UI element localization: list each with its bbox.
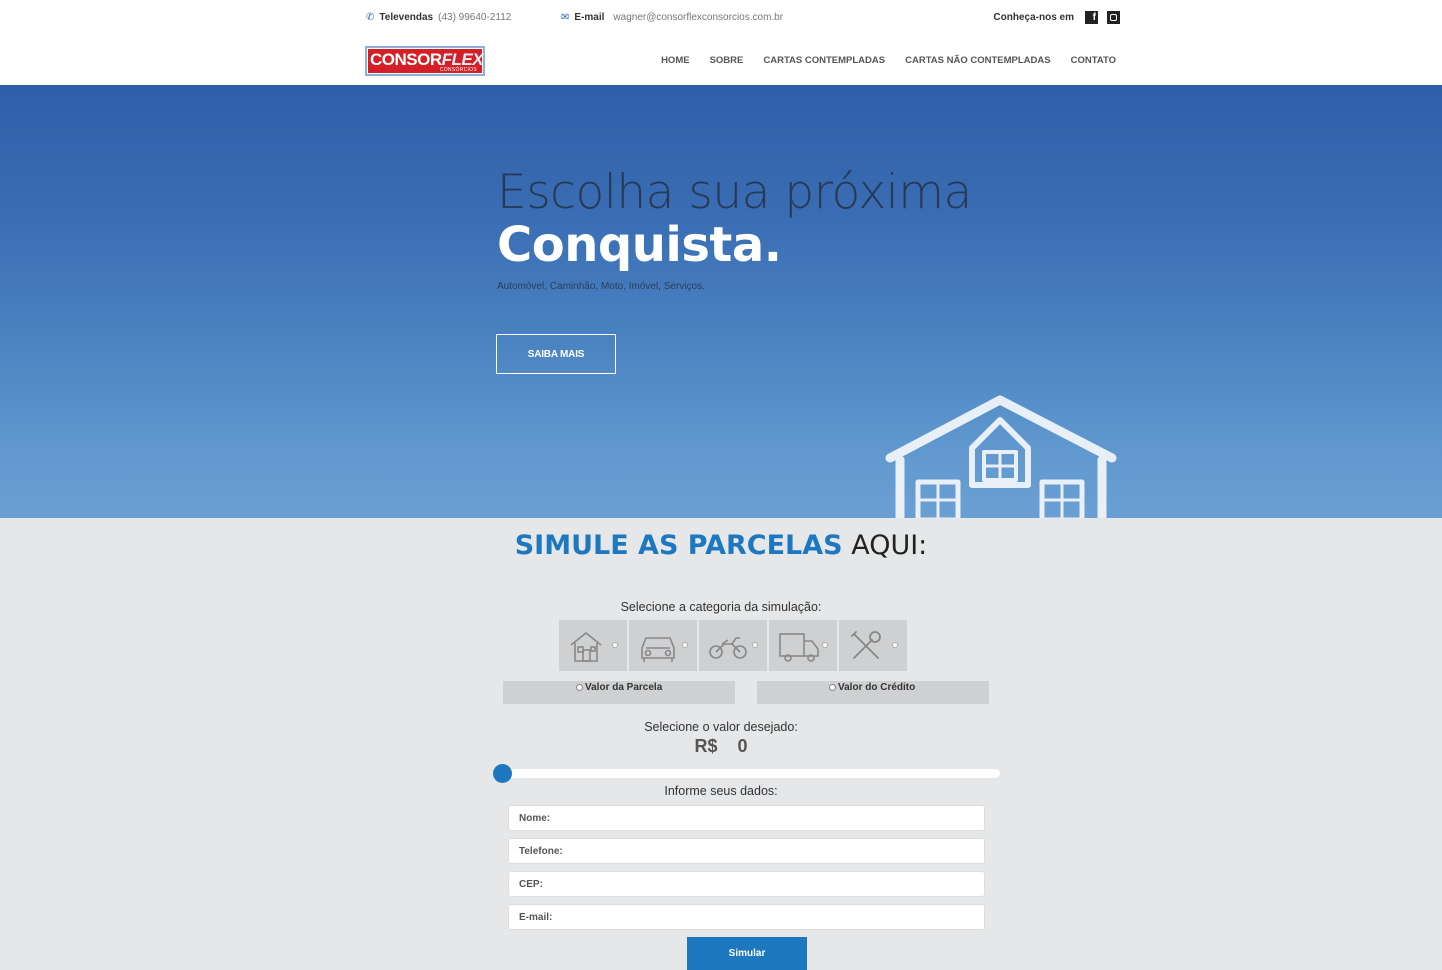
tools-icon xyxy=(851,631,881,659)
data-label: Informe seus dados: xyxy=(664,784,778,798)
category-label: Selecione a categoria da simulação: xyxy=(620,600,822,614)
nav-cartas-nao-contempladas[interactable]: CARTAS NÃO CONTEMPLADAS xyxy=(905,55,1051,66)
phone-label: Televendas xyxy=(379,12,434,23)
nav-home[interactable]: HOME xyxy=(661,55,690,66)
amount-value: 0 xyxy=(737,736,748,756)
hero-banner: Escolha sua próxima Conquista. Automóvel… xyxy=(0,85,1442,518)
category-radio[interactable] xyxy=(682,642,688,648)
social-label: Conheça-nos em xyxy=(993,12,1074,23)
nav-sobre[interactable]: SOBRE xyxy=(710,55,744,66)
currency-symbol: R$ xyxy=(694,736,718,756)
simulator-title-strong: SIMULE AS PARCELAS xyxy=(514,530,843,561)
nav-cartas-contempladas[interactable]: CARTAS CONTEMPLADAS xyxy=(763,55,885,66)
envelope-icon: ✉ xyxy=(561,12,570,23)
mode-radio[interactable] xyxy=(829,684,836,691)
email-field[interactable] xyxy=(508,904,985,930)
category-automovel[interactable] xyxy=(629,620,697,671)
logo-subtitle: CONSÓRCIOS xyxy=(439,67,477,73)
mode-valor-credito[interactable]: Valor do Crédito xyxy=(757,681,989,704)
value-slider-handle[interactable] xyxy=(493,764,512,783)
cloud-house-image xyxy=(885,395,1117,518)
instagram-icon[interactable] xyxy=(1107,11,1120,24)
phone-value[interactable]: (43) 99640-2112 xyxy=(438,12,511,23)
hero-tagline: Automóvel, Caminhão, Moto, Imóvel, Servi… xyxy=(497,281,705,292)
category-caminhao[interactable] xyxy=(769,620,837,671)
social-links: Conheça-nos em f xyxy=(993,11,1120,24)
simular-button[interactable]: Simular xyxy=(687,937,807,970)
email-label: E-mail xyxy=(574,12,605,23)
hero-title-line1: Escolha sua próxima xyxy=(497,165,972,220)
mode-label: Valor da Parcela xyxy=(585,682,663,693)
category-selector xyxy=(559,620,907,671)
simulator-title: SIMULE AS PARCELAS AQUI: xyxy=(0,530,1442,561)
house-icon xyxy=(570,631,602,662)
cep-field[interactable] xyxy=(508,871,985,897)
name-field[interactable] xyxy=(508,805,985,831)
simulator-title-rest: AQUI: xyxy=(851,530,928,561)
category-moto[interactable] xyxy=(699,620,767,671)
mode-label: Valor do Crédito xyxy=(838,682,916,693)
value-slider-track[interactable] xyxy=(500,769,1000,778)
amount-display: R$ 0 xyxy=(0,736,1442,757)
category-radio[interactable] xyxy=(752,642,758,648)
phone-field[interactable] xyxy=(508,838,985,864)
top-info-bar: ✆ Televendas (43) 99640-2112 ✉ E-mail wa… xyxy=(366,11,1120,26)
phone-info: ✆ Televendas (43) 99640-2112 xyxy=(366,12,511,23)
facebook-icon[interactable]: f xyxy=(1085,11,1098,24)
category-servicos[interactable] xyxy=(839,620,907,671)
category-imovel[interactable] xyxy=(559,620,627,671)
truck-icon xyxy=(779,633,819,662)
mode-valor-parcela[interactable]: Valor da Parcela xyxy=(503,681,735,704)
mode-radio[interactable] xyxy=(576,684,583,691)
main-nav: HOME SOBRE CARTAS CONTEMPLADAS CARTAS NÃ… xyxy=(661,55,1116,66)
category-radio[interactable] xyxy=(892,642,898,648)
phone-icon: ✆ xyxy=(366,12,375,23)
value-label: Selecione o valor desejado: xyxy=(644,720,798,734)
logo-brand-a: CONSOR xyxy=(370,50,442,69)
car-icon xyxy=(641,637,675,662)
nav-contato[interactable]: CONTATO xyxy=(1071,55,1116,66)
site-logo[interactable]: CONSORFLEX CONSÓRCIOS xyxy=(365,46,485,76)
hero-title-line2: Conquista. xyxy=(497,217,782,273)
category-radio[interactable] xyxy=(822,642,828,648)
saiba-mais-button[interactable]: SAIBA MAIS xyxy=(496,334,616,374)
site-header: ✆ Televendas (43) 99640-2112 ✉ E-mail wa… xyxy=(0,0,1442,85)
category-radio[interactable] xyxy=(612,642,618,648)
email-info: ✉ E-mail wagner@consorflexconsorcios.com… xyxy=(561,12,783,23)
motorcycle-icon xyxy=(709,637,747,659)
email-value[interactable]: wagner@consorflexconsorcios.com.br xyxy=(613,12,783,23)
